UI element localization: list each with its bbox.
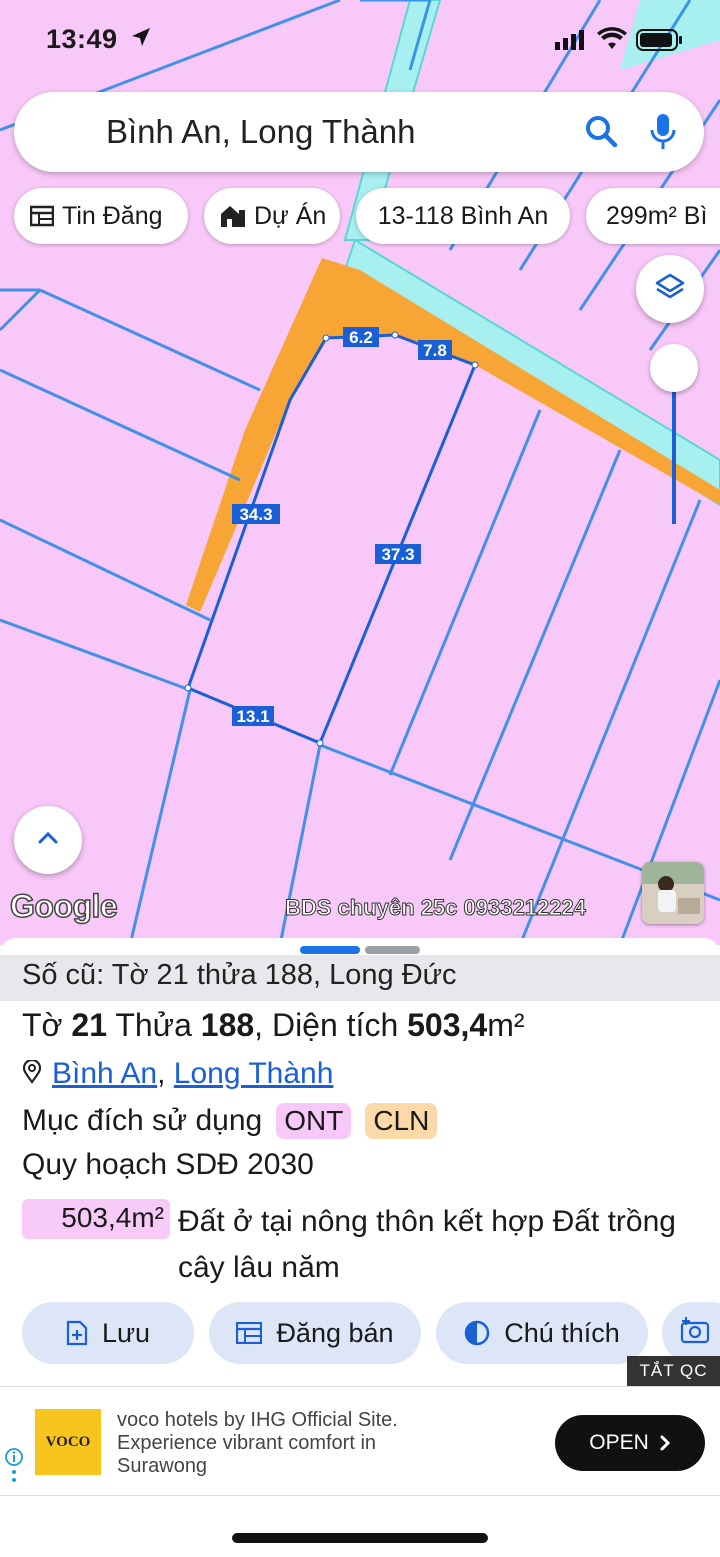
area-unit: m² xyxy=(487,1007,525,1043)
close-ad-button[interactable]: TẮT QC xyxy=(627,1356,720,1386)
info-icon[interactable] xyxy=(4,1447,24,1490)
parcel-title: Tờ 21 Thửa 188, Diện tích 503,4m² xyxy=(22,1007,525,1044)
svg-text:34.3: 34.3 xyxy=(239,505,272,524)
chip-tin-dang[interactable]: Tin Đăng xyxy=(14,188,188,244)
svg-text:6.2: 6.2 xyxy=(349,328,373,347)
location-arrow-icon xyxy=(130,26,152,53)
cellular-signal-icon xyxy=(555,30,587,55)
chip-du-an[interactable]: Dự Án xyxy=(204,188,340,244)
legend-label: Chú thích xyxy=(504,1317,620,1348)
layers-button[interactable] xyxy=(636,255,704,323)
status-bar: 13:49 xyxy=(0,0,720,80)
plan-description: Đất ở tại nông thôn kết hợp Đất trồng câ… xyxy=(178,1205,676,1284)
purpose-row: Mục đích sử dụng ONT CLN xyxy=(22,1103,438,1139)
old-parcel-text: Số cũ: Tờ 21 thửa 188, Long Đức xyxy=(22,959,457,991)
plan-area-badge: 503,4m² xyxy=(22,1199,170,1239)
layers-icon xyxy=(655,272,685,307)
svg-text:13.1: 13.1 xyxy=(236,707,269,726)
post-sale-label: Đăng bán xyxy=(276,1317,394,1348)
opacity-slider-track[interactable] xyxy=(672,380,676,524)
edge-label: 34.3 xyxy=(232,504,280,524)
chip-label: Dự Án xyxy=(254,201,327,230)
tag-cln[interactable]: CLN xyxy=(365,1103,438,1139)
purpose-label: Mục đích sử dụng xyxy=(22,1104,263,1137)
opacity-slider-handle[interactable] xyxy=(650,344,698,392)
home-indicator[interactable] xyxy=(232,1533,488,1543)
building-icon xyxy=(220,204,246,228)
legend-icon xyxy=(464,1320,490,1346)
location-row: Bình An, Long Thành xyxy=(22,1057,333,1092)
area-value: 503,4 xyxy=(407,1007,488,1043)
expand-button[interactable] xyxy=(14,806,82,874)
watermark: BDS chuyên 25c 0933212224 xyxy=(285,895,587,921)
save-button[interactable]: Lưu xyxy=(22,1302,194,1364)
list-icon xyxy=(30,205,54,227)
to-number: 21 xyxy=(71,1007,108,1043)
chip-label: 13-118 Bình An xyxy=(377,201,549,230)
chevron-right-icon xyxy=(659,1434,671,1452)
location-separator: , xyxy=(157,1057,166,1090)
svg-text:7.8: 7.8 xyxy=(423,341,447,360)
action-bar: Lưu Đăng bán Chú thích xyxy=(22,1302,720,1364)
google-logo: Google xyxy=(9,887,118,925)
search-bar[interactable]: Bình An, Long Thành xyxy=(14,92,704,172)
wifi-icon xyxy=(597,27,627,56)
search-icon[interactable] xyxy=(584,114,618,153)
camera-add-icon xyxy=(680,1316,712,1351)
user-thumbnail[interactable] xyxy=(642,862,704,924)
save-label: Lưu xyxy=(101,1317,151,1348)
edge-label: 37.3 xyxy=(375,544,421,564)
chip-parcel-id[interactable]: 13-118 Bình An xyxy=(356,188,570,244)
edge-label: 6.2 xyxy=(343,327,379,347)
commune-link[interactable]: Bình An xyxy=(52,1057,157,1090)
ad-open-button[interactable]: OPEN xyxy=(555,1415,705,1471)
map-view[interactable]: 6.2 7.8 34.3 37.3 13.1 13:49 Bình An, Lo… xyxy=(0,0,720,945)
chip-area[interactable]: 299m² Bì xyxy=(586,188,720,244)
ad-banner[interactable]: VOCO voco hotels by IHG Official Site. E… xyxy=(0,1386,720,1496)
microphone-icon[interactable] xyxy=(648,112,678,157)
thua-label: Thửa xyxy=(115,1007,192,1043)
legend-button[interactable]: Chú thích xyxy=(436,1302,648,1364)
old-parcel-info: Số cũ: Tờ 21 thửa 188, Long Đức xyxy=(0,955,720,1001)
ad-logo: VOCO xyxy=(35,1409,101,1475)
search-query[interactable]: Bình An, Long Thành xyxy=(106,113,416,151)
camera-button[interactable] xyxy=(662,1302,720,1364)
post-sale-button[interactable]: Đăng bán xyxy=(209,1302,421,1364)
svg-text:37.3: 37.3 xyxy=(381,545,414,564)
post-icon xyxy=(236,1322,263,1344)
map-pin-icon xyxy=(22,1058,42,1092)
filter-chips: Tin Đăng Dự Án 13-118 Bình An 299m² Bì xyxy=(14,188,720,244)
plan-label: Quy hoạch SDĐ 2030 xyxy=(22,1148,314,1181)
tag-ont[interactable]: ONT xyxy=(276,1103,352,1139)
chip-label: 299m² Bì xyxy=(606,201,708,230)
area-label: , Diện tích xyxy=(254,1007,399,1043)
district-link[interactable]: Long Thành xyxy=(174,1057,334,1090)
ad-text: voco hotels by IHG Official Site. Experi… xyxy=(117,1409,398,1477)
chip-label: Tin Đăng xyxy=(62,201,163,230)
edge-label: 13.1 xyxy=(232,706,274,726)
clock: 13:49 xyxy=(46,24,118,54)
ad-open-label: OPEN xyxy=(589,1431,649,1454)
to-label: Tờ xyxy=(22,1007,63,1043)
sheet-page-indicator[interactable] xyxy=(365,946,420,954)
save-add-icon xyxy=(66,1320,88,1346)
thua-number: 188 xyxy=(200,1007,255,1043)
edge-label: 7.8 xyxy=(418,340,452,360)
battery-icon xyxy=(636,28,684,57)
chevron-up-icon xyxy=(36,830,60,851)
sheet-page-indicator-active[interactable] xyxy=(300,946,360,954)
